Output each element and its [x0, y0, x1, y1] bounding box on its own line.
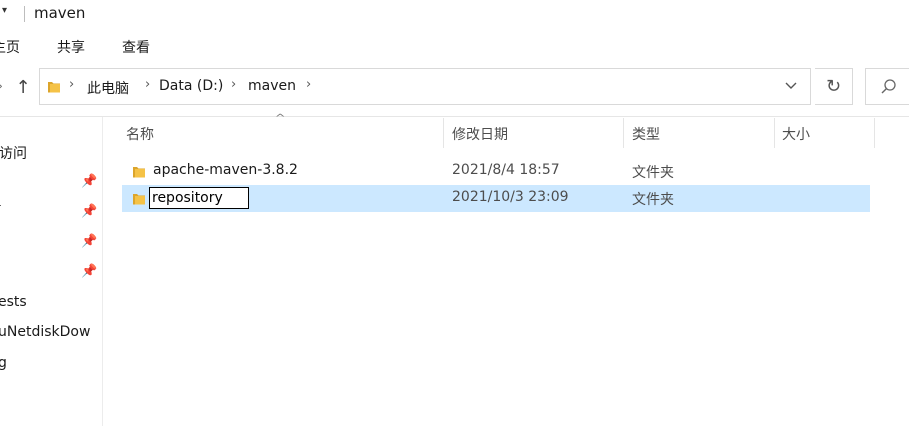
refresh-button[interactable]: ↻ [815, 68, 853, 105]
column-header-type[interactable]: 类型 [632, 124, 660, 144]
chevron-down-icon[interactable] [785, 79, 797, 94]
breadcrumb-separator-icon[interactable]: › [145, 77, 150, 92]
recent-locations-chevron-icon[interactable]: › [0, 79, 3, 93]
title-separator [24, 6, 25, 22]
nav-item-partial[interactable] [0, 205, 1, 206]
nav-item-quick-access[interactable]: 访问 [0, 143, 27, 163]
tab-share[interactable]: 共享 [57, 37, 85, 57]
file-type: 文件夹 [632, 192, 674, 208]
nav-item-tests[interactable]: ests [0, 294, 27, 310]
breadcrumb-separator-icon[interactable]: › [69, 77, 74, 92]
file-row-selected[interactable]: 2021/10/3 23:09 文件夹 [122, 185, 870, 212]
refresh-icon: ↻ [825, 76, 842, 97]
divider [0, 116, 909, 117]
search-input[interactable] [865, 68, 909, 105]
up-button[interactable]: ↑ [12, 77, 34, 99]
column-divider[interactable] [623, 118, 624, 148]
address-bar[interactable]: › 此电脑 › Data (D:) › maven › [39, 68, 811, 105]
file-type: 文件夹 [632, 165, 674, 181]
pin-icon[interactable]: 📌 [81, 264, 97, 279]
breadcrumb-separator-icon[interactable]: › [306, 77, 311, 92]
window-title: maven [34, 4, 86, 22]
folder-icon [131, 191, 147, 211]
sort-ascending-icon: ^ [274, 113, 286, 124]
file-name: apache-maven-3.8.2 [153, 162, 298, 178]
folder-icon [46, 79, 62, 99]
nav-item-baidunetdisk[interactable]: uNetdiskDow [0, 324, 90, 340]
breadcrumb-data-drive[interactable]: Data (D:) [159, 78, 223, 94]
quick-access-dropdown-icon[interactable]: ▾ [2, 5, 7, 16]
nav-pane-divider[interactable] [102, 117, 103, 426]
breadcrumb-separator-icon[interactable]: › [231, 77, 236, 92]
pin-icon[interactable]: 📌 [81, 174, 97, 189]
breadcrumb-this-pc[interactable]: 此电脑 [87, 78, 129, 98]
file-row[interactable]: apache-maven-3.8.2 2021/8/4 18:57 文件夹 [122, 158, 870, 185]
folder-icon [131, 164, 147, 184]
column-header-modified[interactable]: 修改日期 [452, 124, 508, 144]
nav-item-g[interactable]: g [0, 355, 7, 371]
arrow-up-icon: ↑ [15, 77, 31, 98]
search-icon [880, 78, 898, 100]
pin-icon[interactable]: 📌 [81, 204, 97, 219]
column-divider[interactable] [774, 118, 775, 148]
file-modified-date: 2021/8/4 18:57 [452, 162, 560, 178]
tab-home[interactable]: 主页 [0, 37, 20, 57]
file-modified-date: 2021/10/3 23:09 [452, 189, 569, 205]
column-divider[interactable] [443, 118, 444, 148]
tab-view[interactable]: 查看 [122, 37, 150, 57]
breadcrumb-maven[interactable]: maven [248, 78, 296, 94]
column-header-name[interactable]: 名称 [126, 124, 154, 144]
rename-input[interactable] [149, 187, 249, 209]
pin-icon[interactable]: 📌 [81, 234, 97, 249]
column-divider[interactable] [874, 118, 875, 148]
column-header-size[interactable]: 大小 [782, 124, 810, 144]
title-bar: ▾ maven [0, 0, 909, 28]
